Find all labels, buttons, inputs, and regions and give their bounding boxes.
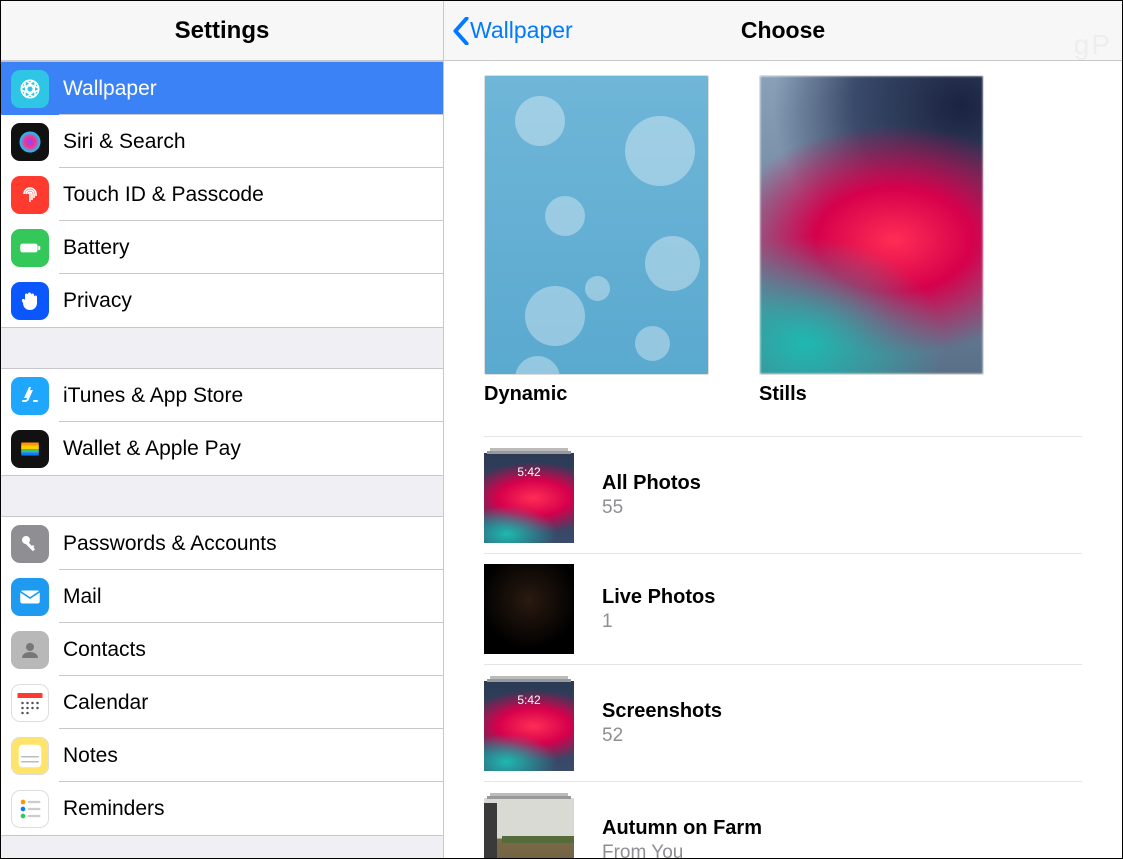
notes-icon — [11, 737, 49, 775]
album-thumb — [484, 564, 574, 654]
wallpaper-category-dynamic[interactable]: Dynamic — [484, 75, 709, 406]
sidebar-item-wallet[interactable]: Wallet & Apple Pay — [1, 422, 443, 475]
back-label: Wallpaper — [470, 17, 573, 44]
sidebar-item-label: Calendar — [63, 691, 148, 715]
mail-icon — [11, 578, 49, 616]
sidebar-item-reminders[interactable]: Reminders — [1, 782, 443, 835]
sidebar-item-itunes[interactable]: iTunes & App Store — [1, 369, 443, 422]
album-live[interactable]: Live Photos1 — [484, 554, 1082, 665]
nav-bar: Wallpaper Choose gP — [444, 1, 1122, 61]
album-subtitle: 1 — [602, 611, 715, 633]
sidebar-item-contacts[interactable]: Contacts — [1, 623, 443, 676]
album-subtitle: From You — [602, 842, 762, 859]
appstore-icon — [11, 377, 49, 415]
back-button[interactable]: Wallpaper — [444, 17, 573, 45]
album-thumb: 5:42 — [484, 453, 574, 543]
sidebar-item-touchid[interactable]: Touch ID & Passcode — [1, 168, 443, 221]
sidebar-item-label: Privacy — [63, 289, 132, 313]
category-label: Stills — [759, 383, 984, 406]
sidebar-header: Settings — [1, 1, 443, 61]
sidebar-item-label: Battery — [63, 236, 130, 260]
photo-albums: 5:42 All Photos55 Live Photos1 5:42 Screensh… — [484, 436, 1082, 858]
album-all[interactable]: 5:42 All Photos55 — [484, 437, 1082, 554]
sidebar-item-siri[interactable]: Siri & Search — [1, 115, 443, 168]
sidebar-item-label: Wallet & Apple Pay — [63, 437, 241, 461]
album-title: Autumn on Farm — [602, 817, 762, 840]
dynamic-preview — [484, 75, 709, 375]
sidebar-item-label: Siri & Search — [63, 130, 186, 154]
sidebar-item-calendar[interactable]: Calendar — [1, 676, 443, 729]
sidebar-title: Settings — [175, 17, 270, 45]
battery-icon — [11, 229, 49, 267]
app-root: Settings Wallpaper Siri & Search Touch ID … — [0, 0, 1123, 859]
watermark: gP — [1074, 29, 1112, 61]
album-thumb — [484, 798, 574, 858]
sidebar-item-mail[interactable]: Mail — [1, 570, 443, 623]
stills-preview — [759, 75, 984, 375]
settings-sidebar: Settings Wallpaper Siri & Search Touch ID … — [1, 1, 444, 858]
lockscreen-time: 5:42 — [484, 693, 574, 707]
wallpaper-icon — [11, 70, 49, 108]
sidebar-body: Wallpaper Siri & Search Touch ID & Passcod… — [1, 61, 443, 836]
sidebar-item-battery[interactable]: Battery — [1, 221, 443, 274]
sidebar-item-label: Contacts — [63, 638, 146, 662]
siri-icon — [11, 123, 49, 161]
sidebar-item-label: Reminders — [63, 797, 165, 821]
fingerprint-icon — [11, 176, 49, 214]
sidebar-item-passwords[interactable]: Passwords & Accounts — [1, 517, 443, 570]
sidebar-item-label: iTunes & App Store — [63, 384, 243, 408]
sidebar-item-label: Mail — [63, 585, 102, 609]
album-screenshots[interactable]: 5:42 Screenshots52 — [484, 665, 1082, 782]
album-title: Live Photos — [602, 586, 715, 609]
content: Dynamic Stills 5:42 All Photos55 Live Photo… — [444, 61, 1122, 858]
album-title: All Photos — [602, 472, 701, 495]
wallpaper-category-stills[interactable]: Stills — [759, 75, 984, 406]
album-autumn[interactable]: Autumn on Farm From You — [484, 782, 1082, 858]
category-label: Dynamic — [484, 383, 709, 406]
calendar-icon — [11, 684, 49, 722]
sidebar-item-label: Touch ID & Passcode — [63, 183, 264, 207]
sidebar-item-label: Wallpaper — [63, 77, 157, 101]
sidebar-item-label: Notes — [63, 744, 118, 768]
contacts-icon — [11, 631, 49, 669]
sidebar-item-wallpaper[interactable]: Wallpaper — [1, 62, 443, 115]
album-title: Screenshots — [602, 700, 722, 723]
detail-pane: Wallpaper Choose gP Dynamic Stills 5:42 Al… — [444, 1, 1122, 858]
album-subtitle: 52 — [602, 725, 722, 747]
reminders-icon — [11, 790, 49, 828]
sidebar-item-notes[interactable]: Notes — [1, 729, 443, 782]
album-thumb: 5:42 — [484, 681, 574, 771]
key-icon — [11, 525, 49, 563]
sidebar-item-privacy[interactable]: Privacy — [1, 274, 443, 327]
sidebar-item-label: Passwords & Accounts — [63, 532, 277, 556]
album-subtitle: 55 — [602, 497, 701, 519]
chevron-left-icon — [452, 17, 470, 45]
wallet-icon — [11, 430, 49, 468]
hand-icon — [11, 282, 49, 320]
lockscreen-time: 5:42 — [484, 465, 574, 479]
wallpaper-categories: Dynamic Stills — [484, 75, 1082, 406]
